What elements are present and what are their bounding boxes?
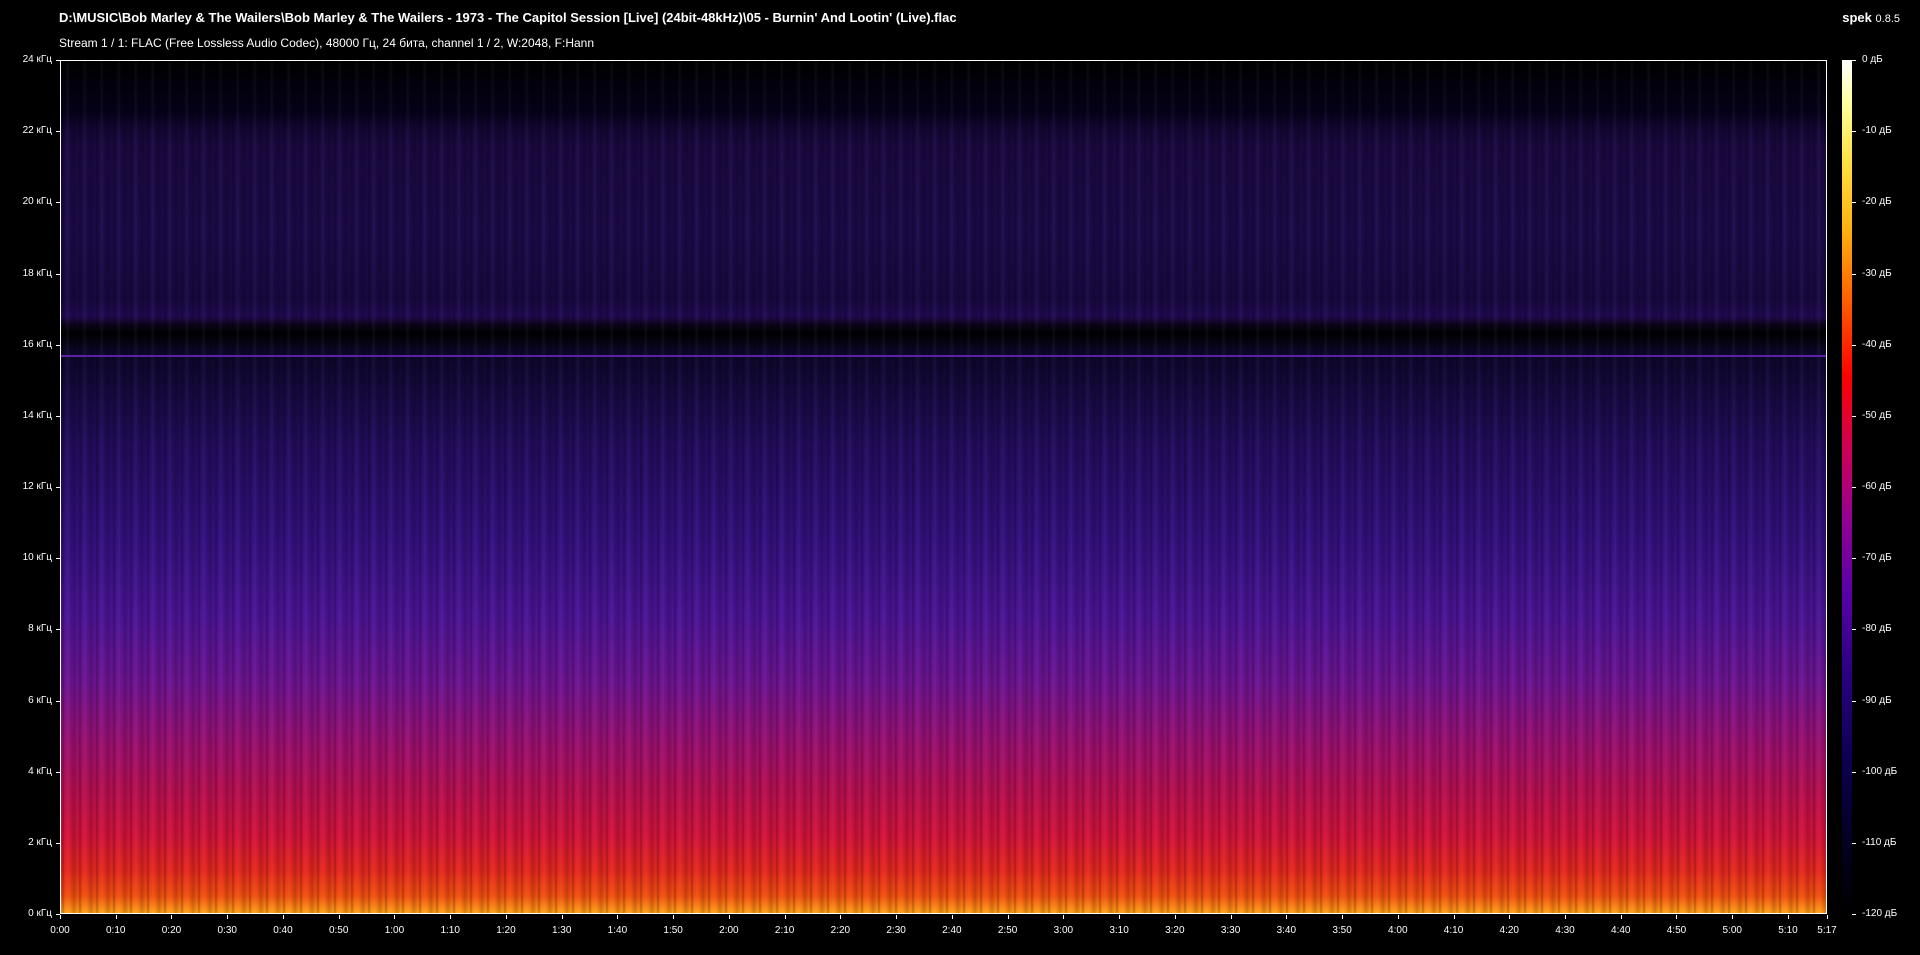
freq-tick-label: 16 кГц: [0, 339, 60, 351]
time-tick-label: 4:20: [1479, 915, 1539, 937]
time-tick-label: 0:30: [197, 915, 257, 937]
time-tick-label: 3:00: [1033, 915, 1093, 937]
freq-tick-label: 6 кГц: [0, 695, 60, 707]
time-tick-label: 3:20: [1145, 915, 1205, 937]
db-tick-label: -100 дБ: [1852, 766, 1897, 778]
db-tick-label: -60 дБ: [1852, 481, 1892, 493]
time-tick-label: 1:40: [587, 915, 647, 937]
time-tick-label: 4:00: [1368, 915, 1428, 937]
db-tick-label: -20 дБ: [1852, 196, 1892, 208]
spectrogram-plot: [60, 60, 1827, 914]
time-tick-label: 0:00: [30, 915, 90, 937]
file-path-title: D:\MUSIC\Bob Marley & The Wailers\Bob Ma…: [59, 10, 957, 25]
app-version: 0.8.5: [1875, 13, 1900, 25]
freq-tick-label: 2 кГц: [0, 837, 60, 849]
time-tick-label: 0:40: [253, 915, 313, 937]
time-tick-label: 4:40: [1591, 915, 1651, 937]
time-tick-label: 2:50: [978, 915, 1038, 937]
time-tick-label: 2:40: [922, 915, 982, 937]
time-tick-label: 5:17: [1797, 915, 1857, 937]
db-tick-label: -110 дБ: [1852, 837, 1896, 849]
time-tick-label: 3:30: [1201, 915, 1261, 937]
db-tick-label: -80 дБ: [1852, 623, 1892, 635]
freq-tick-label: 18 кГц: [0, 268, 60, 280]
time-tick-label: 2:00: [699, 915, 759, 937]
time-tick-label: 4:10: [1424, 915, 1484, 937]
freq-tick-label: 24 кГц: [0, 54, 60, 66]
time-tick-label: 1:30: [532, 915, 592, 937]
time-tick-label: 2:30: [866, 915, 926, 937]
time-tick-label: 4:30: [1535, 915, 1595, 937]
time-tick-label: 5:00: [1702, 915, 1762, 937]
freq-tick-label: 4 кГц: [0, 766, 60, 778]
freq-tick-label: 12 кГц: [0, 481, 60, 493]
db-tick-label: 0 дБ: [1852, 54, 1883, 66]
freq-tick-label: 0 кГц: [0, 908, 60, 920]
time-tick-label: 3:40: [1256, 915, 1316, 937]
db-tick-label: -120 дБ: [1852, 908, 1897, 920]
freq-tick-label: 14 кГц: [0, 410, 60, 422]
db-tick-label: -40 дБ: [1852, 339, 1892, 351]
freq-tick-label: 22 кГц: [0, 125, 60, 137]
time-tick-label: 2:20: [810, 915, 870, 937]
freq-tick-label: 8 кГц: [0, 623, 60, 635]
db-colorbar: [1842, 60, 1852, 914]
app-name-text: spek: [1842, 10, 1872, 25]
time-tick-label: 3:50: [1312, 915, 1372, 937]
time-tick-label: 1:10: [420, 915, 480, 937]
db-tick-label: -70 дБ: [1852, 552, 1892, 564]
freq-tick-label: 10 кГц: [0, 552, 60, 564]
time-tick-label: 0:50: [309, 915, 369, 937]
time-tick-label: 2:10: [755, 915, 815, 937]
time-tick-label: 0:20: [141, 915, 201, 937]
stream-info: Stream 1 / 1: FLAC (Free Lossless Audio …: [59, 36, 595, 50]
db-tick-label: -50 дБ: [1852, 410, 1892, 422]
time-tick-label: 3:10: [1089, 915, 1149, 937]
app-name: spek 0.8.5: [1842, 10, 1900, 25]
db-tick-label: -30 дБ: [1852, 268, 1892, 280]
freq-tick-label: 20 кГц: [0, 196, 60, 208]
db-tick-label: -10 дБ: [1852, 125, 1892, 137]
spectrogram-texture: [61, 61, 1826, 913]
time-tick-label: 4:50: [1646, 915, 1706, 937]
time-tick-label: 1:00: [364, 915, 424, 937]
time-tick-label: 1:50: [643, 915, 703, 937]
spectrogram-16khz-line: [61, 355, 1826, 357]
db-tick-label: -90 дБ: [1852, 695, 1892, 707]
time-tick-label: 1:20: [476, 915, 536, 937]
time-tick-label: 0:10: [86, 915, 146, 937]
